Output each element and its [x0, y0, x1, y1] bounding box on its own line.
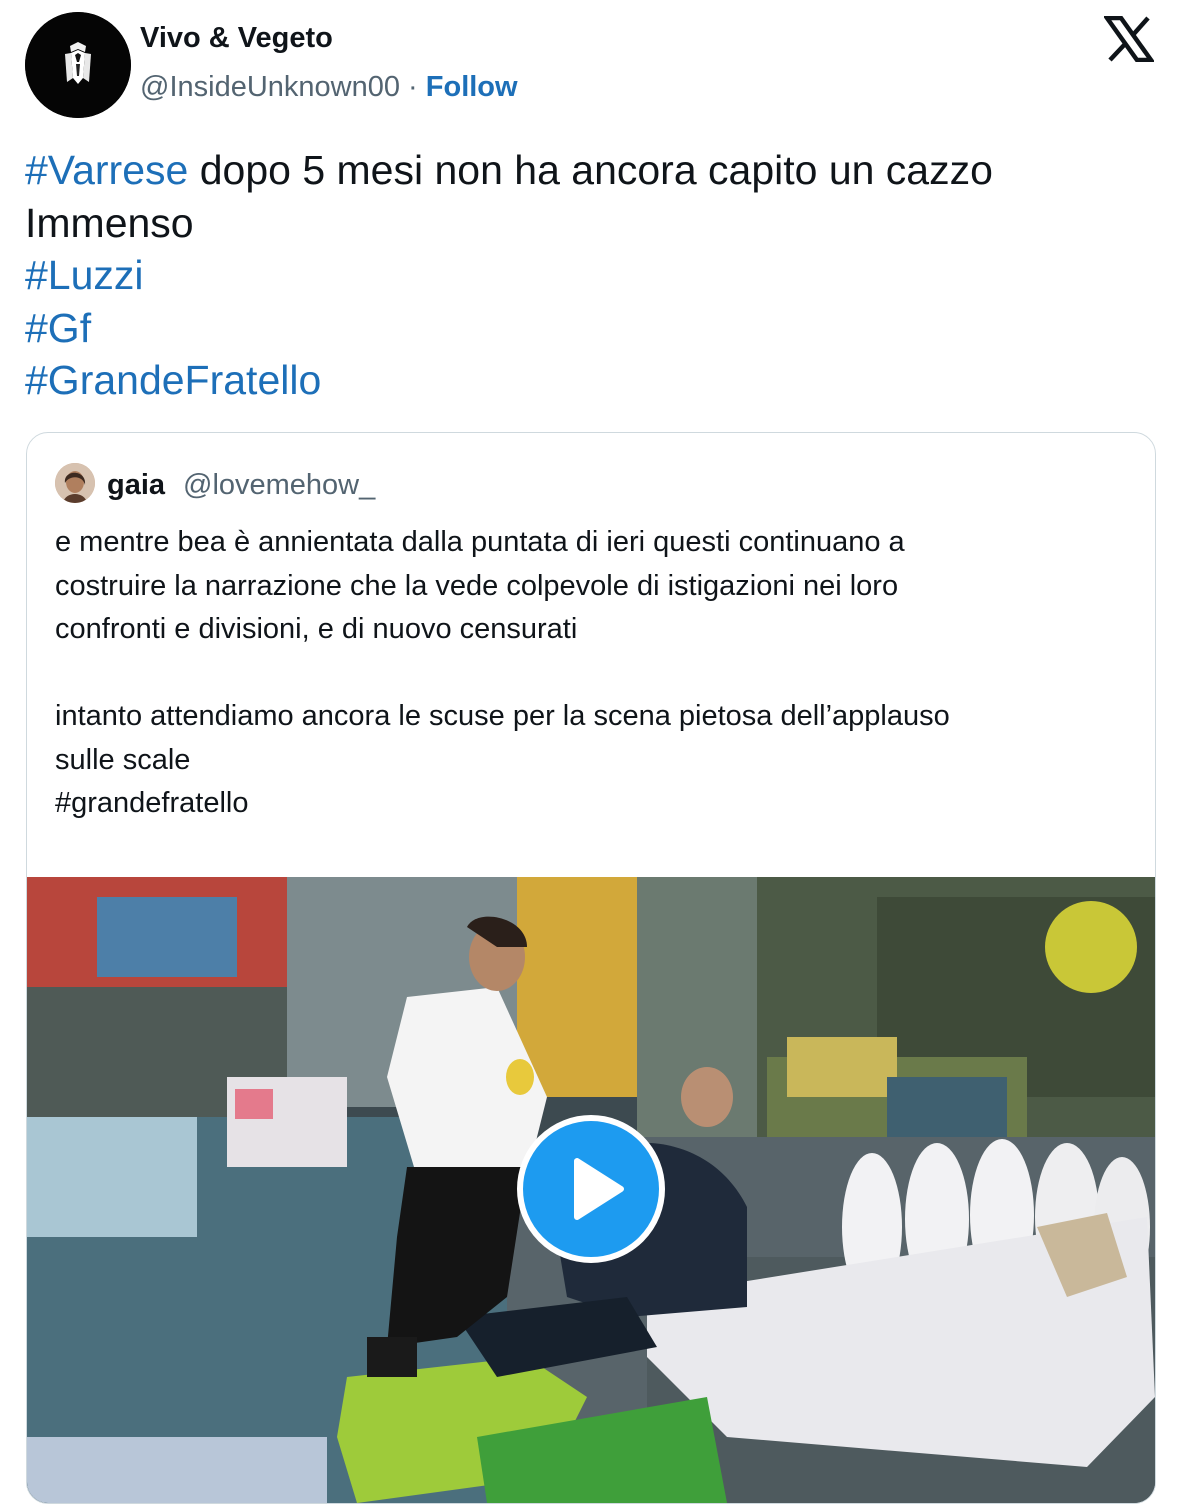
tweet-text-line: #Varrese dopo 5 mesi non ha ancora capit…: [25, 144, 1165, 197]
x-logo-icon[interactable]: [1104, 16, 1154, 62]
quoted-text-line: intanto attendiamo ancora le scuse per l…: [55, 700, 950, 732]
quoted-text-line: e mentre bea è annientata dalla puntata …: [55, 526, 905, 558]
play-button[interactable]: [517, 1115, 665, 1263]
quoted-text-line: sulle scale: [55, 743, 191, 776]
tweet-text-line: #Luzzi: [25, 249, 1165, 302]
tweet-text: #Varrese dopo 5 mesi non ha ancora capit…: [25, 144, 1165, 407]
handle-separator: ·: [399, 71, 426, 103]
quoted-author-name[interactable]: gaia: [107, 469, 165, 502]
quoted-text-line: confronti e divisioni, e di nuovo censur…: [55, 613, 578, 645]
quoted-tweet[interactable]: gaia @lovemehow_ e mentre bea è annienta…: [26, 432, 1156, 1504]
hashtag-link[interactable]: #Varrese: [25, 147, 188, 193]
author-handle[interactable]: @InsideUnknown00: [140, 71, 400, 103]
hashtag-link[interactable]: #Gf: [25, 305, 91, 351]
quoted-text-line: [55, 652, 1135, 696]
tweet-text-line: #Gf: [25, 302, 1165, 355]
play-icon: [574, 1158, 624, 1220]
tweet-card: Vivo & Vegeto @InsideUnknown00 · Follow …: [0, 0, 1200, 1507]
tweet-text-segment: dopo 5 mesi non ha ancora capito un cazz…: [188, 147, 993, 193]
tweet-text-segment: Immenso: [25, 199, 194, 246]
author-avatar[interactable]: [25, 12, 131, 118]
profile-photo-icon: [55, 463, 95, 503]
quoted-text-line: costruire la narrazione che la vede colp…: [55, 569, 899, 602]
hashtag-link[interactable]: #GrandeFratello: [25, 357, 321, 403]
tweet-text-line: Immenso: [25, 197, 1165, 250]
quoted-text: e mentre bea è annientata dalla puntata …: [55, 521, 1135, 826]
tweet-text-line: #GrandeFratello: [25, 354, 1165, 407]
quoted-avatar[interactable]: [55, 463, 95, 503]
author-handle-line: @InsideUnknown00 · Follow: [140, 71, 518, 104]
quoted-author-handle[interactable]: @lovemehow_: [183, 469, 375, 502]
hashtag-link[interactable]: #Luzzi: [25, 252, 144, 298]
follow-button[interactable]: Follow: [426, 71, 518, 103]
tuxedo-figure-icon: [25, 12, 131, 118]
author-name[interactable]: Vivo & Vegeto: [140, 22, 333, 55]
video-player[interactable]: [27, 877, 1155, 1503]
quoted-hashtag[interactable]: #grandefratello: [55, 782, 1135, 826]
